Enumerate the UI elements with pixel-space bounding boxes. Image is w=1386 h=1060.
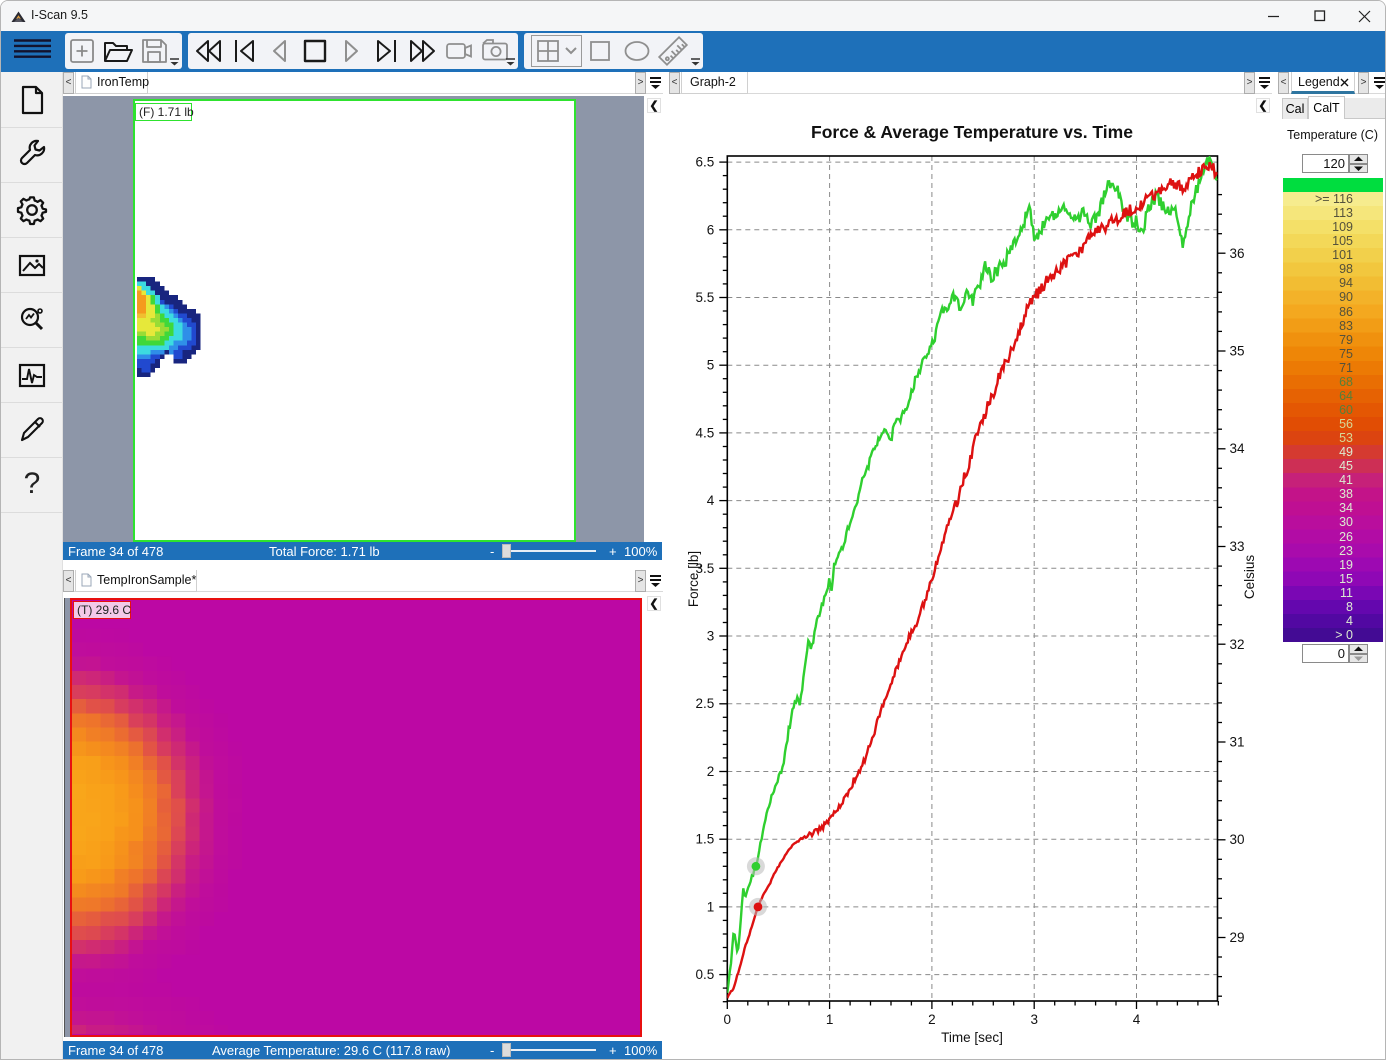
svg-text:1: 1	[707, 899, 715, 914]
svg-text:34: 34	[1230, 441, 1246, 456]
svg-text:5: 5	[707, 358, 715, 373]
svg-text:Force [lb]: Force [lb]	[686, 551, 701, 607]
svg-text:Force & Average Temperature vs: Force & Average Temperature vs. Time	[811, 122, 1133, 142]
svg-text:2: 2	[928, 1012, 936, 1027]
svg-text:6.5: 6.5	[696, 155, 715, 170]
svg-text:2.5: 2.5	[696, 696, 715, 711]
svg-text:4: 4	[707, 493, 715, 508]
svg-text:32: 32	[1230, 637, 1245, 652]
svg-text:4.5: 4.5	[696, 425, 715, 440]
svg-text:30: 30	[1230, 832, 1245, 847]
svg-text:0: 0	[724, 1012, 732, 1027]
svg-text:31: 31	[1230, 735, 1245, 750]
svg-text:0.5: 0.5	[696, 967, 715, 982]
svg-text:29: 29	[1230, 930, 1245, 945]
svg-text:1: 1	[826, 1012, 834, 1027]
svg-text:1.5: 1.5	[696, 832, 715, 847]
svg-text:6: 6	[707, 222, 715, 237]
svg-text:36: 36	[1230, 246, 1245, 261]
svg-text:4: 4	[1133, 1012, 1141, 1027]
svg-text:3: 3	[707, 629, 715, 644]
svg-text:3: 3	[1030, 1012, 1038, 1027]
svg-text:33: 33	[1230, 539, 1245, 554]
svg-text:Celsius: Celsius	[1242, 555, 1257, 600]
svg-text:Time [sec]: Time [sec]	[941, 1030, 1003, 1045]
svg-text:2: 2	[707, 764, 715, 779]
svg-text:5.5: 5.5	[696, 290, 715, 305]
svg-text:35: 35	[1230, 344, 1245, 359]
